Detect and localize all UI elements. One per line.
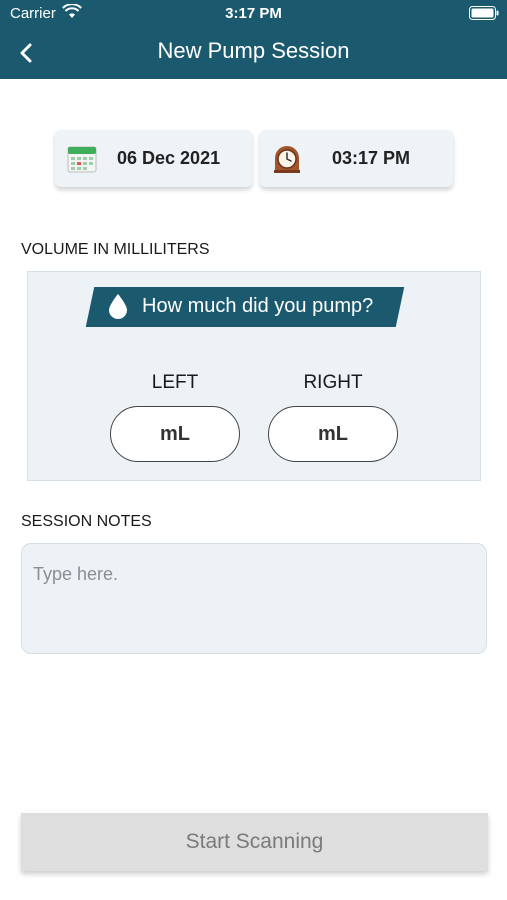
clock-icon <box>274 146 300 173</box>
notes-section-label: SESSION NOTES <box>21 513 152 530</box>
prompt-text: How much did you pump? <box>142 294 374 317</box>
date-picker-button[interactable]: 06 Dec 2021 <box>55 130 252 187</box>
left-label: LEFT <box>151 372 199 393</box>
notes-placeholder: Type here. <box>33 564 119 584</box>
session-notes-input[interactable]: Type here. <box>21 543 487 654</box>
prompt-banner-content: How much did you pump? <box>96 286 373 326</box>
right-label: RIGHT <box>303 372 363 393</box>
time-picker-button[interactable]: 03:17 PM <box>260 130 453 187</box>
page-title: New Pump Session <box>157 38 350 63</box>
start-scanning-button[interactable]: Start Scanning <box>21 813 488 871</box>
app-header: Carrier 3:17 PM New Pump Session <box>0 0 507 79</box>
calendar-icon <box>67 146 97 173</box>
date-value: 06 Dec 2021 <box>117 148 221 168</box>
battery-icon <box>469 6 499 20</box>
right-volume-input[interactable]: mL <box>268 406 398 462</box>
left-volume-input[interactable]: mL <box>110 406 240 462</box>
time-value: 03:17 PM <box>332 148 411 168</box>
volume-section-label: VOLUME IN MILLILITERS <box>21 241 210 258</box>
water-drop-icon <box>109 294 127 319</box>
status-time: 3:17 PM <box>225 5 282 22</box>
status-bar: Carrier 3:17 PM <box>0 0 507 28</box>
